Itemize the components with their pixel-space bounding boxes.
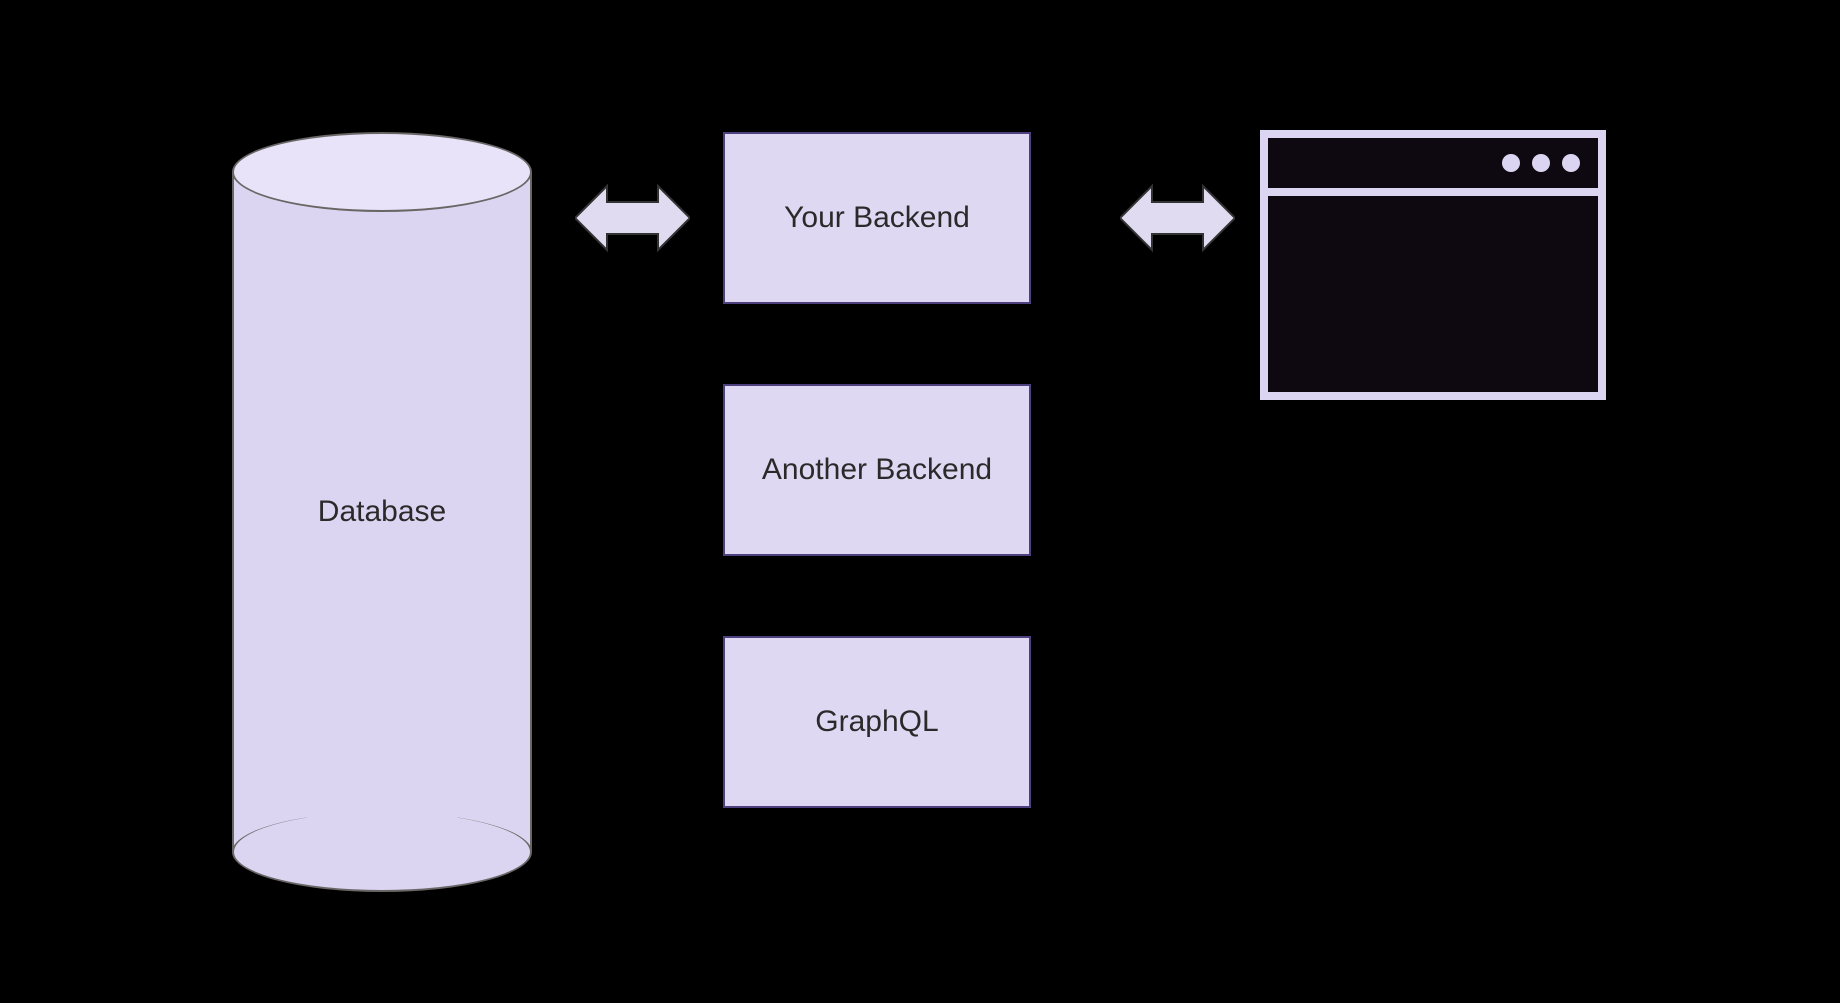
bidirectional-arrow-icon <box>575 178 690 258</box>
window-control-dot-icon <box>1502 154 1520 172</box>
bidirectional-arrow-icon <box>1120 178 1235 258</box>
window-control-dot-icon <box>1562 154 1580 172</box>
cylinder-top <box>232 132 532 212</box>
browser-titlebar <box>1268 138 1598 196</box>
database-label: Database <box>318 495 446 529</box>
window-control-dot-icon <box>1532 154 1550 172</box>
backend-box-your-backend: Your Backend <box>723 132 1031 304</box>
architecture-diagram: Database Your Backend Another Backend Gr… <box>150 62 1690 942</box>
backend-box-another-backend: Another Backend <box>723 384 1031 556</box>
backend-label: Another Backend <box>762 453 992 487</box>
backend-label: Your Backend <box>784 201 970 235</box>
cylinder-bottom <box>232 812 532 892</box>
backend-label: GraphQL <box>815 705 938 739</box>
browser-window-icon <box>1260 130 1606 400</box>
database-node: Database <box>232 132 532 892</box>
backend-box-graphql: GraphQL <box>723 636 1031 808</box>
